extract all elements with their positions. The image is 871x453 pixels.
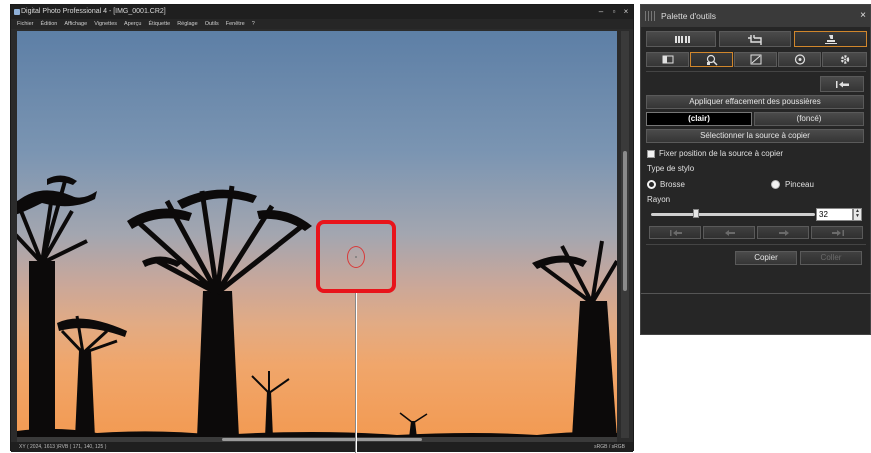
tab-crop[interactable] [719,31,791,47]
subtab-basic[interactable] [646,52,689,67]
undo-history-button[interactable] [703,226,755,239]
pixel-readout: XY ( 2024, 1613 )RVB ( 171, 140, 125 ) [19,444,107,450]
menu-vignettes[interactable]: Vignettes [94,19,117,29]
pinceau-radio[interactable] [771,180,780,189]
palette-title-bar[interactable]: Palette d'outils × [641,5,870,27]
undo-all-history-button[interactable] [649,226,701,239]
vertical-scroll-thumb[interactable] [623,151,627,291]
select-source-button[interactable]: Sélectionner la source à copier [646,129,864,143]
dust-delete-icon [706,54,718,66]
menu-bar: Fichier Édition Affichage Vignettes Aperçu Ét… [11,19,633,29]
pinceau-label: Pinceau [785,180,814,189]
menu-apercu[interactable]: Aperçu [124,19,141,29]
subtab-color[interactable] [778,52,821,67]
adjust-icon [675,36,690,43]
menu-fenetre[interactable]: Fenêtre [226,19,245,29]
minimize-button[interactable]: – [595,5,607,19]
menu-help[interactable]: ? [252,19,255,29]
divider [646,244,866,245]
radius-stepper[interactable]: ▲ ▼ [853,208,862,221]
menu-outils[interactable]: Outils [205,19,219,29]
coller-button[interactable]: Coller [800,251,862,265]
undo-all-button[interactable] [820,76,864,92]
menu-fichier[interactable]: Fichier [17,19,34,29]
apply-dust-delete-button[interactable]: Appliquer effacement des poussières [646,95,864,109]
close-button[interactable]: × [620,5,632,19]
first-icon [670,230,682,236]
redo-all-history-button[interactable] [811,226,863,239]
brosse-label: Brosse [660,180,685,189]
brosse-radio[interactable] [647,180,656,189]
menu-etiquette[interactable]: Étiquette [148,19,170,29]
copier-button[interactable]: Copier [735,251,797,265]
undo-all-icon [836,81,849,88]
window-title: Digital Photo Professional 4 - [IMG_0001… [21,8,166,15]
fonce-button[interactable]: (foncé) [754,112,864,126]
palette-title: Palette d'outils [661,11,717,21]
radius-input[interactable]: 32 [816,208,853,221]
menu-reglage[interactable]: Réglage [177,19,198,29]
tool-palette: Palette d'outils × Appliquer effacement … [640,4,871,335]
fix-position-label: Fixer position de la source à copier [659,149,784,158]
menu-affichage[interactable]: Affichage [64,19,87,29]
restore-button[interactable]: ▫ [608,5,620,19]
horizontal-scroll-thumb[interactable] [222,438,422,441]
undo-icon [725,230,735,236]
radius-slider-thumb[interactable] [693,209,699,218]
divider [641,293,871,294]
color-icon [794,54,806,65]
dust-spot [355,256,357,258]
stamp-icon [825,35,837,44]
pen-type-label: Type de stylo [647,164,695,173]
radius-slider-track[interactable] [651,213,815,216]
tab-adjust[interactable] [646,31,716,47]
fix-position-checkbox[interactable] [647,150,655,158]
radius-label: Rayon [647,195,671,204]
callout-line [355,293,357,453]
status-bar: XY ( 2024, 1613 )RVB ( 171, 140, 125 ) s… [11,442,633,452]
crop-icon [748,35,762,45]
tone-curve-icon [750,54,762,65]
palette-close-button[interactable]: × [858,5,868,27]
title-bar: Digital Photo Professional 4 - [IMG_0001… [11,5,633,19]
grip-icon[interactable] [645,11,655,21]
redo-icon [779,230,789,236]
app-icon [14,9,20,15]
divider [646,71,866,72]
basic-adjust-icon [662,55,674,64]
subtab-settings[interactable] [822,52,867,67]
subtab-dust-delete[interactable] [690,52,733,67]
subtab-tone-curve[interactable] [734,52,777,67]
color-space-readout: sRGB / sRGB [594,444,625,450]
settings-icon [840,55,850,64]
last-icon [832,230,844,236]
menu-edition[interactable]: Édition [41,19,58,29]
clair-button[interactable]: (clair) [646,112,752,126]
tab-stamp[interactable] [794,31,867,47]
redo-history-button[interactable] [757,226,809,239]
vertical-scrollbar[interactable] [621,31,629,438]
